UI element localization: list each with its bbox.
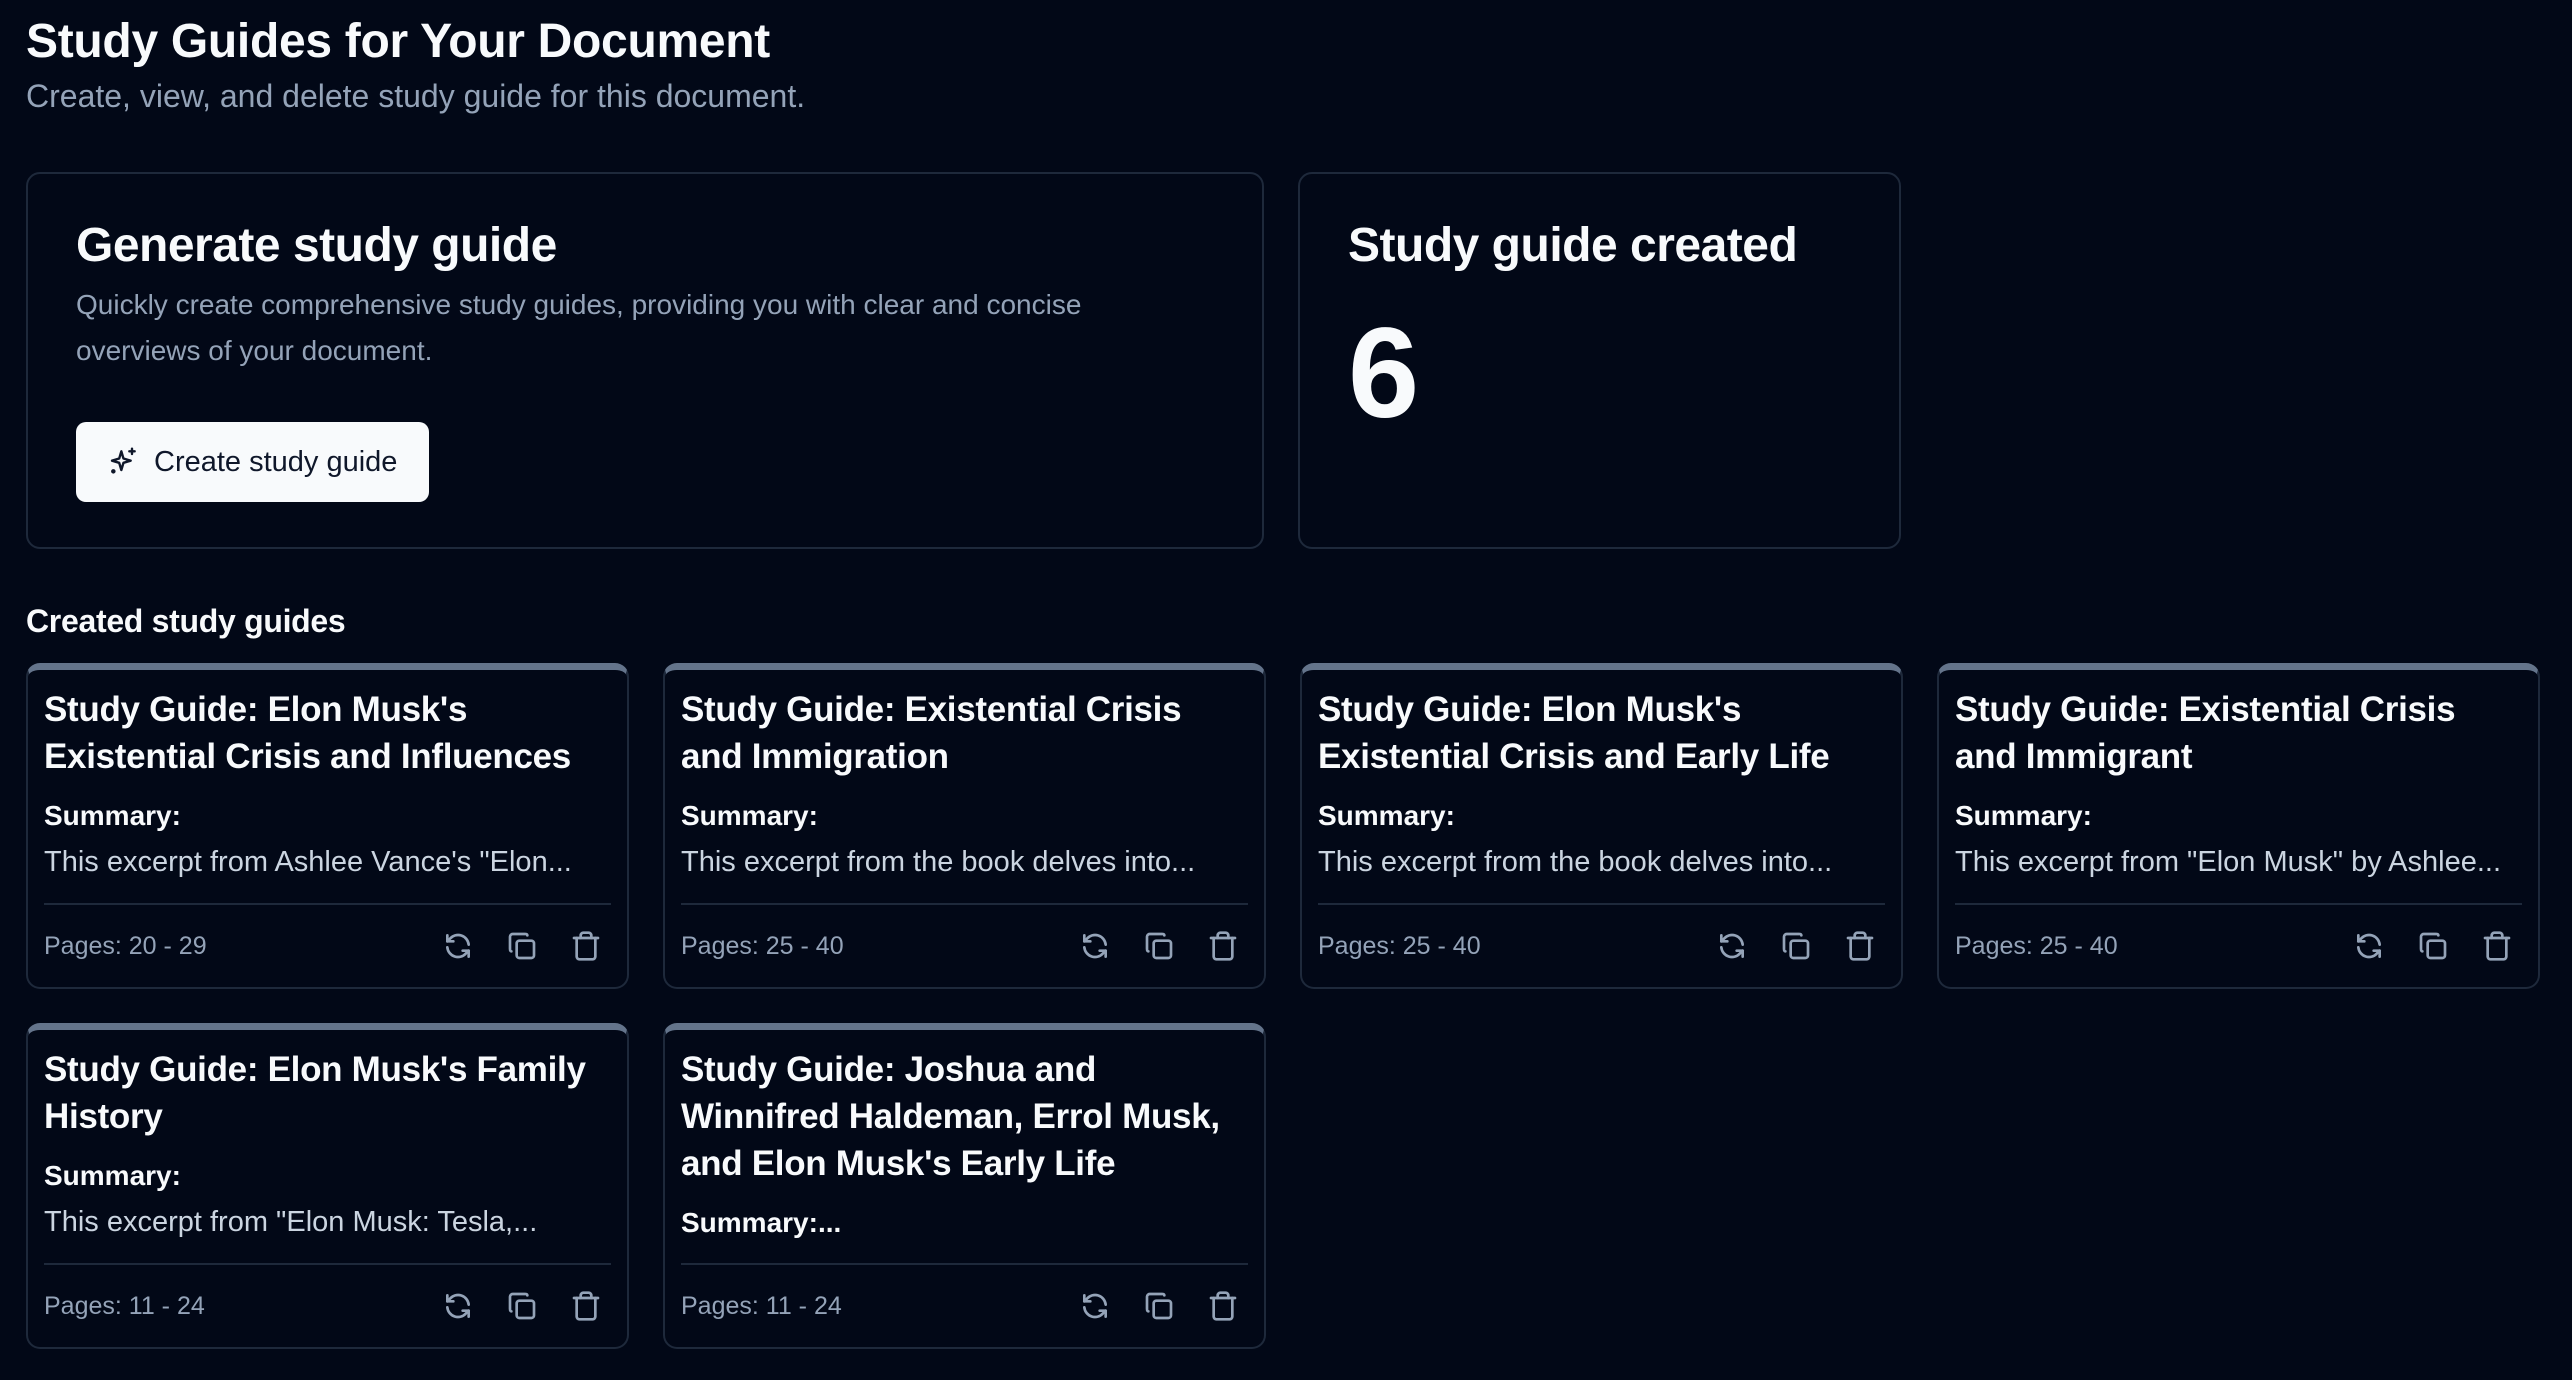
regenerate-icon [1720,933,1744,959]
delete-icon [572,931,600,961]
summary-text: This excerpt from Ashlee Vance's "Elon..… [44,846,572,878]
copy-icon [1145,932,1173,960]
generate-panel-title: Generate study guide [76,219,557,272]
study-guide-card[interactable]: Study Guide: Existential Crisis and Immi… [1937,663,2540,989]
stats-panel-title: Study guide created [1348,219,1798,272]
pages-range: Pages: 11 - 24 [681,1291,842,1320]
summary-label: Summary: [44,1160,181,1191]
page-title: Study Guides for Your Document [26,15,770,68]
generate-study-guide-panel: Generate study guide Quickly create comp… [26,172,1264,549]
generate-panel-description: Quickly create comprehensive study guide… [76,289,1082,366]
copy-icon [508,932,536,960]
study-guide-card[interactable]: Study Guide: Elon Musk's Existential Cri… [1300,663,1903,989]
delete-icon [1209,1291,1237,1321]
copy-button[interactable] [505,929,539,963]
study-guide-title: Study Guide: Joshua and Winnifred Haldem… [681,1050,1220,1183]
summary-label: Summary:... [681,1207,842,1238]
study-guide-title: Study Guide: Elon Musk's Family History [44,1050,586,1136]
card-actions [1078,1289,1248,1323]
study-guide-card[interactable]: Study Guide: Elon Musk's Existential Cri… [26,663,629,989]
delete-button[interactable] [569,1289,603,1323]
copy-icon [508,1292,536,1320]
copy-button[interactable] [1779,929,1813,963]
delete-button[interactable] [1843,929,1877,963]
study-guide-card[interactable]: Study Guide: Existential Crisis and Immi… [663,663,1266,989]
pages-range: Pages: 25 - 40 [681,931,844,960]
pages-range: Pages: 20 - 29 [44,931,207,960]
pages-range: Pages: 25 - 40 [1955,931,2118,960]
delete-button[interactable] [1206,1289,1240,1323]
summary-text: This excerpt from "Elon Musk" by Ashlee.… [1955,846,2502,878]
regenerate-button[interactable] [441,929,475,963]
pages-range: Pages: 11 - 24 [44,1291,205,1320]
create-study-guide-label: Create study guide [154,445,398,478]
card-actions [1078,929,1248,963]
summary-label: Summary: [1955,800,2092,831]
regenerate-button[interactable] [441,1289,475,1323]
copy-button[interactable] [1142,929,1176,963]
regenerate-button[interactable] [1078,929,1112,963]
create-study-guide-button[interactable]: Create study guide [76,422,430,502]
regenerate-icon [1083,1293,1107,1319]
card-footer: Pages: 11 - 24 [44,1263,611,1347]
study-guide-count: 6 [1348,302,1420,445]
summary-label: Summary: [44,800,181,831]
study-guide-card[interactable]: Study Guide: Elon Musk's Family History … [26,1023,629,1349]
card-footer: Pages: 11 - 24 [681,1263,1248,1347]
summary-text: This excerpt from the book delves into..… [1318,846,1833,878]
study-guide-count-panel: Study guide created 6 [1298,172,1901,549]
delete-button[interactable] [1206,929,1240,963]
regenerate-button[interactable] [1078,1289,1112,1323]
regenerate-icon [446,1293,470,1319]
study-guide-title: Study Guide: Existential Crisis and Immi… [681,690,1182,776]
copy-icon [1782,932,1810,960]
copy-button[interactable] [1142,1289,1176,1323]
summary-label: Summary: [1318,800,1455,831]
delete-button[interactable] [569,929,603,963]
study-guide-title: Study Guide: Existential Crisis and Immi… [1955,690,2456,776]
card-actions [441,929,611,963]
card-footer: Pages: 25 - 40 [1318,903,1885,987]
delete-icon [1209,931,1237,961]
summary-text: This excerpt from the book delves into..… [681,846,1196,878]
page-header: Study Guides for Your Document Create, v… [26,10,805,118]
summary-label: Summary: [681,800,818,831]
created-study-guides-heading: Created study guides [26,603,346,639]
delete-icon [2483,931,2511,961]
card-actions [2352,929,2522,963]
delete-icon [572,1291,600,1321]
study-guide-title: Study Guide: Elon Musk's Existential Cri… [1318,690,1830,776]
copy-button[interactable] [505,1289,539,1323]
regenerate-icon [446,933,470,959]
delete-button[interactable] [2480,929,2514,963]
page-subtitle: Create, view, and delete study guide for… [26,78,806,114]
card-actions [1715,929,1885,963]
delete-icon [1846,931,1874,961]
card-actions [441,1289,611,1323]
copy-icon [2419,932,2447,960]
copy-button[interactable] [2416,929,2450,963]
study-guide-title: Study Guide: Elon Musk's Existential Cri… [44,690,571,776]
sparkles-icon [108,446,140,478]
study-guide-card[interactable]: Study Guide: Joshua and Winnifred Haldem… [663,1023,1266,1349]
copy-icon [1145,1292,1173,1320]
card-footer: Pages: 25 - 40 [1955,903,2522,987]
summary-text: This excerpt from "Elon Musk: Tesla,... [44,1206,538,1238]
card-footer: Pages: 20 - 29 [44,903,611,987]
study-guide-grid: Study Guide: Elon Musk's Existential Cri… [26,663,2540,1349]
regenerate-icon [1083,933,1107,959]
regenerate-button[interactable] [1715,929,1749,963]
card-footer: Pages: 25 - 40 [681,903,1248,987]
regenerate-button[interactable] [2352,929,2386,963]
regenerate-icon [2357,933,2381,959]
pages-range: Pages: 25 - 40 [1318,931,1481,960]
